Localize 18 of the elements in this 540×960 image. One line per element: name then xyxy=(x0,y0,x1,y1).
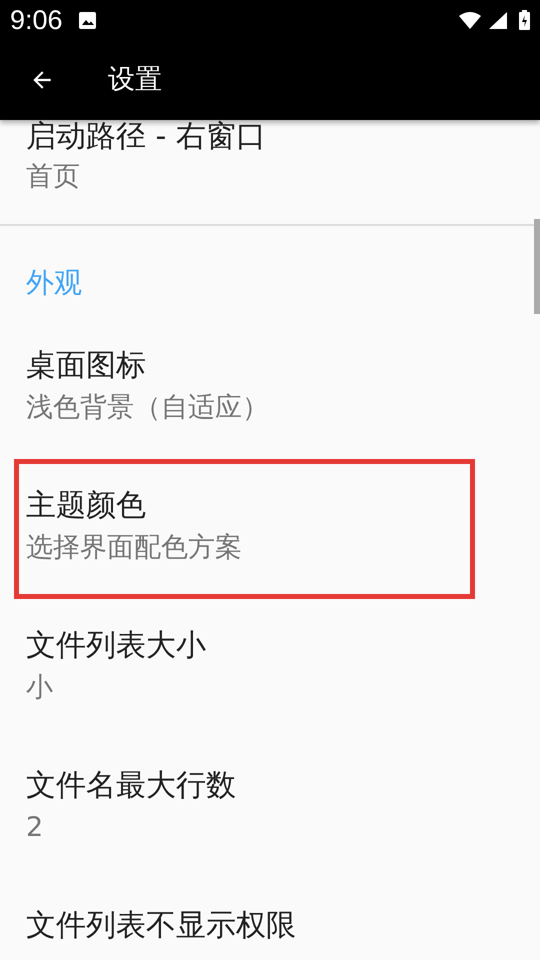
item-title: 主题颜色 xyxy=(26,487,147,525)
item-summary: 选择界面配色方案 xyxy=(26,531,243,565)
item-summary: 浅色背景（自适应） xyxy=(26,391,270,425)
signal-icon xyxy=(489,12,507,28)
category-header: 外观 xyxy=(25,265,83,301)
wifi-icon xyxy=(459,12,481,28)
status-time: 9:06 xyxy=(10,4,63,37)
image-icon xyxy=(78,12,96,28)
item-summary: 2 xyxy=(26,811,44,845)
item-title: 文件名最大行数 xyxy=(26,767,237,805)
item-title: 文件列表不显示权限 xyxy=(26,907,297,945)
item-summary: 小 xyxy=(26,671,54,705)
toolbar-title: 设置 xyxy=(108,62,162,97)
item-summary: 首页 xyxy=(26,160,81,194)
battery-icon xyxy=(519,10,530,30)
item-title: 文件列表大小 xyxy=(26,627,207,665)
item-title: 启动路径 - 右窗口 xyxy=(26,119,267,155)
item-title: 桌面图标 xyxy=(26,347,147,385)
